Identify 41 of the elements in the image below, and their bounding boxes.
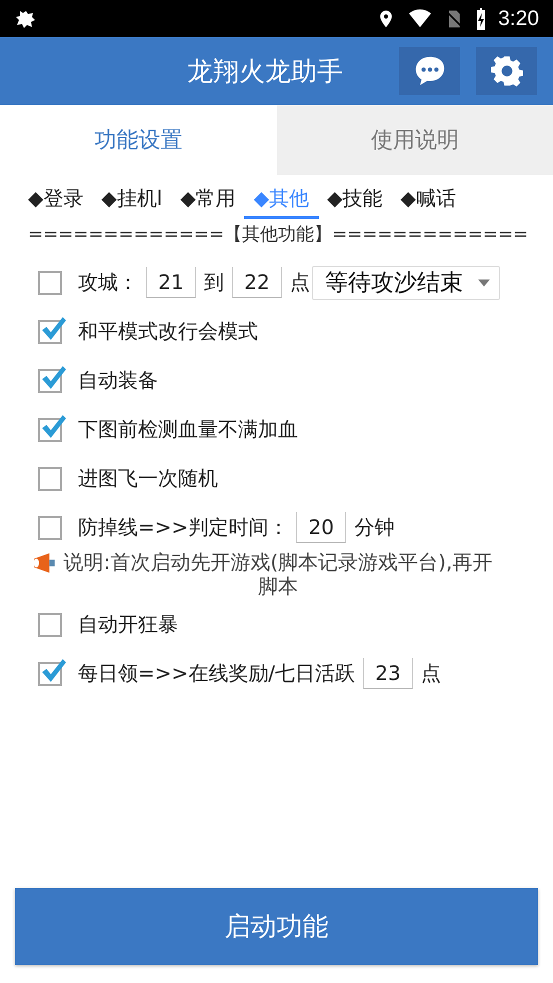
option-label: 防掉线=>>判定时间： <box>78 514 288 541</box>
number-field[interactable]: 20 <box>296 512 346 543</box>
checkbox[interactable] <box>38 516 62 540</box>
option-label: 自动装备 <box>78 367 158 394</box>
message-button[interactable] <box>399 47 460 95</box>
checkbox[interactable] <box>38 466 62 490</box>
option-label: 进图飞一次随机 <box>78 465 218 492</box>
checkbox[interactable] <box>38 612 62 636</box>
option-label: 分钟 <box>354 514 394 541</box>
option-label: 自动开狂暴 <box>78 611 178 638</box>
section-heading: =============【其他功能】============= <box>28 223 530 246</box>
number-field[interactable]: 21 <box>146 267 196 298</box>
settings-button[interactable] <box>476 47 537 95</box>
checkmark-icon <box>40 364 66 390</box>
number-field[interactable]: 22 <box>232 267 282 298</box>
clock: 3:20 <box>498 6 539 30</box>
checkmark-icon <box>40 316 66 342</box>
option-label: 点 <box>290 269 310 296</box>
option-label: 每日领=>>在线奖励/七日活跃 <box>78 660 356 687</box>
category-tab[interactable]: ◆喊话 <box>400 183 456 219</box>
option-label: 下图前检测血量不满加血 <box>78 416 298 443</box>
checkmark-icon <box>40 414 66 440</box>
wifi-icon <box>408 8 432 30</box>
option-label: 和平模式改行会模式 <box>78 318 258 345</box>
settings-icon <box>490 55 522 87</box>
battery-charging-icon <box>476 6 486 30</box>
dropdown[interactable]: 等待攻沙结束 <box>312 266 500 300</box>
checkbox[interactable] <box>38 270 62 294</box>
option-label: 到 <box>204 269 224 296</box>
checkmark-icon <box>40 658 66 684</box>
option-label: 点 <box>421 660 442 687</box>
instruction-note: 说明:首次启动先开游戏(脚本记录游戏平台),再开脚本 <box>62 550 494 598</box>
start-button[interactable]: 启动功能 <box>15 888 538 965</box>
option-label: 攻城： <box>78 269 138 296</box>
app-title: 龙翔火龙助手 <box>186 56 344 88</box>
category-tab[interactable]: ◆登录 <box>28 183 84 219</box>
tab[interactable]: 使用说明 <box>276 105 553 175</box>
number-field[interactable]: 23 <box>363 658 414 689</box>
category-tab[interactable]: ◆技能 <box>327 183 382 219</box>
category-tab[interactable]: ◆常用 <box>180 183 236 219</box>
category-tab[interactable]: ◆挂机l <box>101 183 162 219</box>
